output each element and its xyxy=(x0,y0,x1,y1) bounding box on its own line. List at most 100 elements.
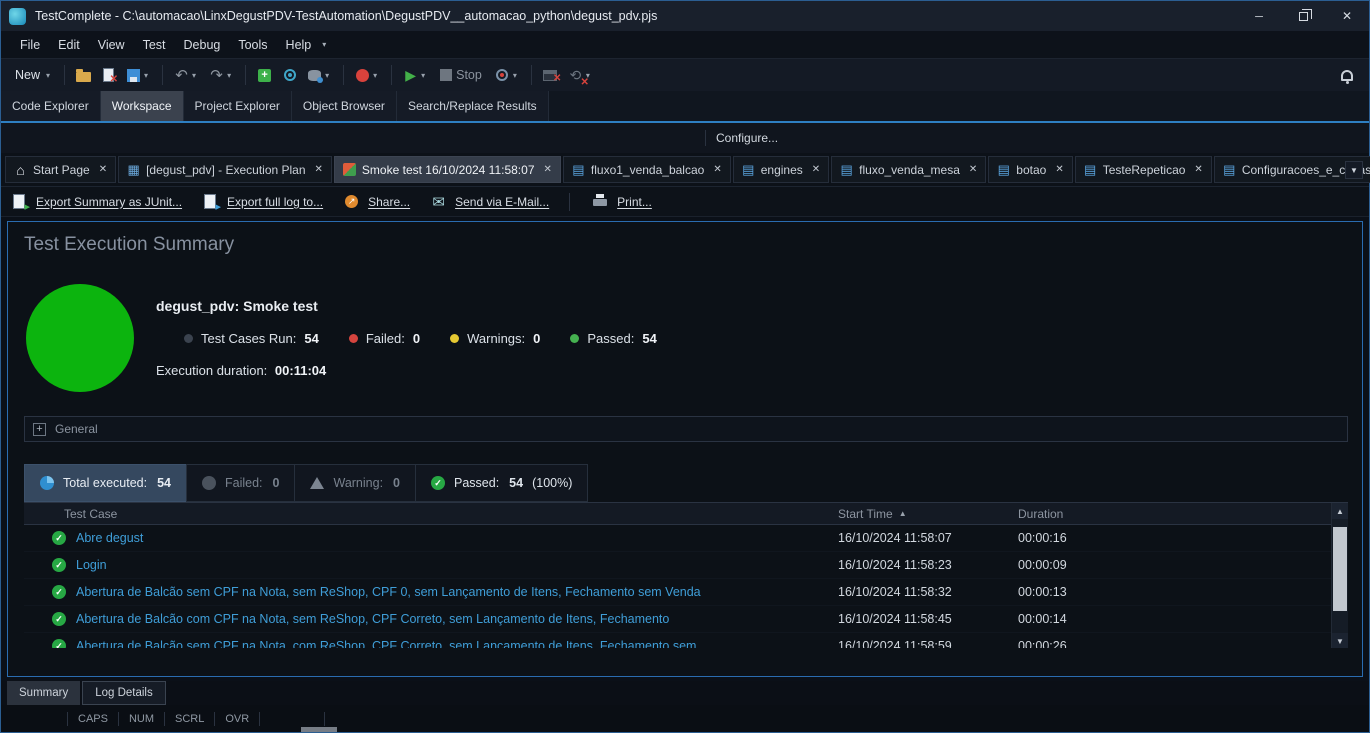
minimize-button[interactable] xyxy=(1237,1,1281,31)
document-tab[interactable]: fluxo1_venda_balcao xyxy=(563,156,731,183)
close-button[interactable] xyxy=(1325,1,1369,31)
stop-button[interactable]: Stop xyxy=(433,64,490,87)
tab-log-details[interactable]: Log Details xyxy=(82,681,166,705)
workspace-tab[interactable]: Workspace xyxy=(101,91,184,121)
save-all-button[interactable]: ▾ xyxy=(121,64,156,87)
menu-overflow-caret-icon[interactable]: ▾ xyxy=(322,40,326,49)
log-action-button[interactable]: Share... xyxy=(343,193,410,210)
profile-dropdown-caret-icon[interactable]: ▾ xyxy=(513,71,517,80)
document-tab[interactable]: Smoke test 16/10/2024 11:58:07 xyxy=(334,156,561,183)
document-tab[interactable]: Start Page xyxy=(5,156,116,183)
table-row[interactable]: Login 16/10/2024 11:58:23 00:00:09 xyxy=(24,552,1348,579)
run-dropdown-caret-icon[interactable]: ▾ xyxy=(421,71,425,80)
tab-close-icon[interactable] xyxy=(1194,164,1202,175)
redo-dropdown-caret-icon[interactable]: ▾ xyxy=(227,71,231,80)
record-test-button[interactable]: ▾ xyxy=(350,64,385,87)
expand-icon[interactable] xyxy=(33,423,46,436)
document-tab-icon xyxy=(1223,163,1236,176)
test-case-link[interactable]: Login xyxy=(76,558,107,572)
menu-item[interactable]: File xyxy=(11,34,49,56)
tab-close-icon[interactable] xyxy=(1055,164,1063,175)
general-section-header[interactable]: General xyxy=(24,416,1348,442)
table-row[interactable]: Abertura de Balcão sem CPF na Nota, com … xyxy=(24,633,1348,648)
log-action-button[interactable]: Export Summary as JUnit... xyxy=(11,193,182,210)
configure-link[interactable]: Configure... xyxy=(716,131,778,145)
new-dropdown-caret-icon[interactable]: ▾ xyxy=(46,71,50,80)
document-tab[interactable]: botao xyxy=(988,156,1072,183)
workspace-tab[interactable]: Code Explorer xyxy=(1,91,101,121)
tab-close-icon[interactable] xyxy=(969,164,977,175)
status-separator xyxy=(259,712,260,726)
menu-item[interactable]: Edit xyxy=(49,34,89,56)
test-case-link[interactable]: Abertura de Balcão com CPF na Nota, sem … xyxy=(76,612,669,626)
restore-button[interactable] xyxy=(1281,1,1325,31)
column-header-start-time[interactable]: Start Time xyxy=(838,507,1018,521)
table-header-row: Test Case Start Time Duration xyxy=(24,503,1348,525)
log-action-button[interactable]: Export full log to... xyxy=(202,193,323,210)
result-filter-tab[interactable]: Total executed: 54 xyxy=(24,464,187,502)
document-tab[interactable]: [degust_pdv] - Execution Plan xyxy=(118,156,332,183)
add-item-button[interactable]: + xyxy=(252,64,277,87)
undo-dropdown-caret-icon[interactable]: ▾ xyxy=(192,71,196,80)
profile-run-button[interactable]: ▾ xyxy=(490,64,525,87)
column-header-test-case[interactable]: Test Case xyxy=(24,507,838,521)
record-dropdown-caret-icon[interactable]: ▾ xyxy=(373,71,377,80)
tab-close-icon[interactable] xyxy=(99,164,107,175)
object-spy-button[interactable] xyxy=(277,64,302,87)
workspace-tab[interactable]: Object Browser xyxy=(292,91,397,121)
table-row[interactable]: Abertura de Balcão com CPF na Nota, sem … xyxy=(24,606,1348,633)
toolbar: New ▾ ▾ ↶▾ ↷▾ + ▾ ▾ ▶▾ Stop ▾ ⟲▾ xyxy=(1,58,1369,91)
stat-item: Failed: 0 xyxy=(349,331,420,346)
redo-button[interactable]: ↷▾ xyxy=(204,64,239,87)
result-filter-tab[interactable]: Passed: 54 (100%) xyxy=(415,464,588,502)
tab-overflow-dropdown-icon[interactable] xyxy=(1345,161,1363,179)
table-row[interactable]: Abre degust 16/10/2024 11:58:07 00:00:16 xyxy=(24,525,1348,552)
scrollbar-thumb[interactable] xyxy=(1333,527,1347,611)
menu-item[interactable]: Help xyxy=(277,34,321,56)
page-title: Test Execution Summary xyxy=(24,234,1362,256)
close-file-button[interactable] xyxy=(96,64,121,87)
run-test-button[interactable]: ▶▾ xyxy=(398,64,433,87)
document-tab[interactable]: fluxo_venda_mesa xyxy=(831,156,986,183)
data-dropdown-caret-icon[interactable]: ▾ xyxy=(325,71,329,80)
tab-close-icon[interactable] xyxy=(812,164,820,175)
horizontal-scrollbar-thumb[interactable] xyxy=(301,727,337,732)
tab-summary[interactable]: Summary xyxy=(7,681,80,705)
tab-close-icon[interactable] xyxy=(544,164,552,175)
workspace-tab[interactable]: Project Explorer xyxy=(184,91,292,121)
scroll-up-icon[interactable] xyxy=(1332,503,1348,519)
scroll-down-icon[interactable] xyxy=(1332,633,1348,648)
result-filter-tab[interactable]: Warning: 0 xyxy=(294,464,416,502)
scrollbar-track[interactable] xyxy=(1332,519,1348,633)
summary-header: degust_pdv: Smoke test Test Cases Run: 5… xyxy=(26,284,1362,392)
save-dropdown-caret-icon[interactable]: ▾ xyxy=(144,71,148,80)
new-button-label: New xyxy=(15,68,40,82)
result-filter-tab[interactable]: Failed: 0 xyxy=(186,464,295,502)
workspace-tab[interactable]: Search/Replace Results xyxy=(397,91,549,121)
undo-button[interactable]: ↶▾ xyxy=(169,64,204,87)
test-case-link[interactable]: Abre degust xyxy=(76,531,143,545)
clear-loop-button[interactable]: ⟲▾ xyxy=(563,64,598,87)
menu-item[interactable]: Test xyxy=(134,34,175,56)
tab-close-icon[interactable] xyxy=(713,164,721,175)
pause-window-button[interactable] xyxy=(538,64,563,87)
column-header-duration[interactable]: Duration xyxy=(1018,507,1348,521)
notifications-button[interactable] xyxy=(1334,64,1359,87)
document-tab[interactable]: engines xyxy=(733,156,829,183)
data-store-button[interactable]: ▾ xyxy=(302,64,337,87)
table-row[interactable]: Abertura de Balcão sem CPF na Nota, sem … xyxy=(24,579,1348,606)
test-case-link[interactable]: Abertura de Balcão sem CPF na Nota, sem … xyxy=(76,585,701,599)
menu-item[interactable]: Tools xyxy=(229,34,276,56)
menu-item[interactable]: Debug xyxy=(175,34,230,56)
menu-item[interactable]: View xyxy=(89,34,134,56)
test-case-cell: Abre degust xyxy=(24,531,838,545)
document-tab[interactable]: TesteRepeticao xyxy=(1075,156,1212,183)
new-button[interactable]: New ▾ xyxy=(9,65,58,85)
run-icon: ▶ xyxy=(402,67,419,84)
open-file-button[interactable] xyxy=(71,64,96,87)
log-action-button[interactable]: Print... xyxy=(569,193,652,211)
tab-close-icon[interactable] xyxy=(315,164,323,175)
log-action-button[interactable]: Send via E-Mail... xyxy=(430,193,549,210)
test-case-link[interactable]: Abertura de Balcão sem CPF na Nota, com … xyxy=(76,639,696,648)
vertical-scrollbar[interactable] xyxy=(1331,503,1348,648)
